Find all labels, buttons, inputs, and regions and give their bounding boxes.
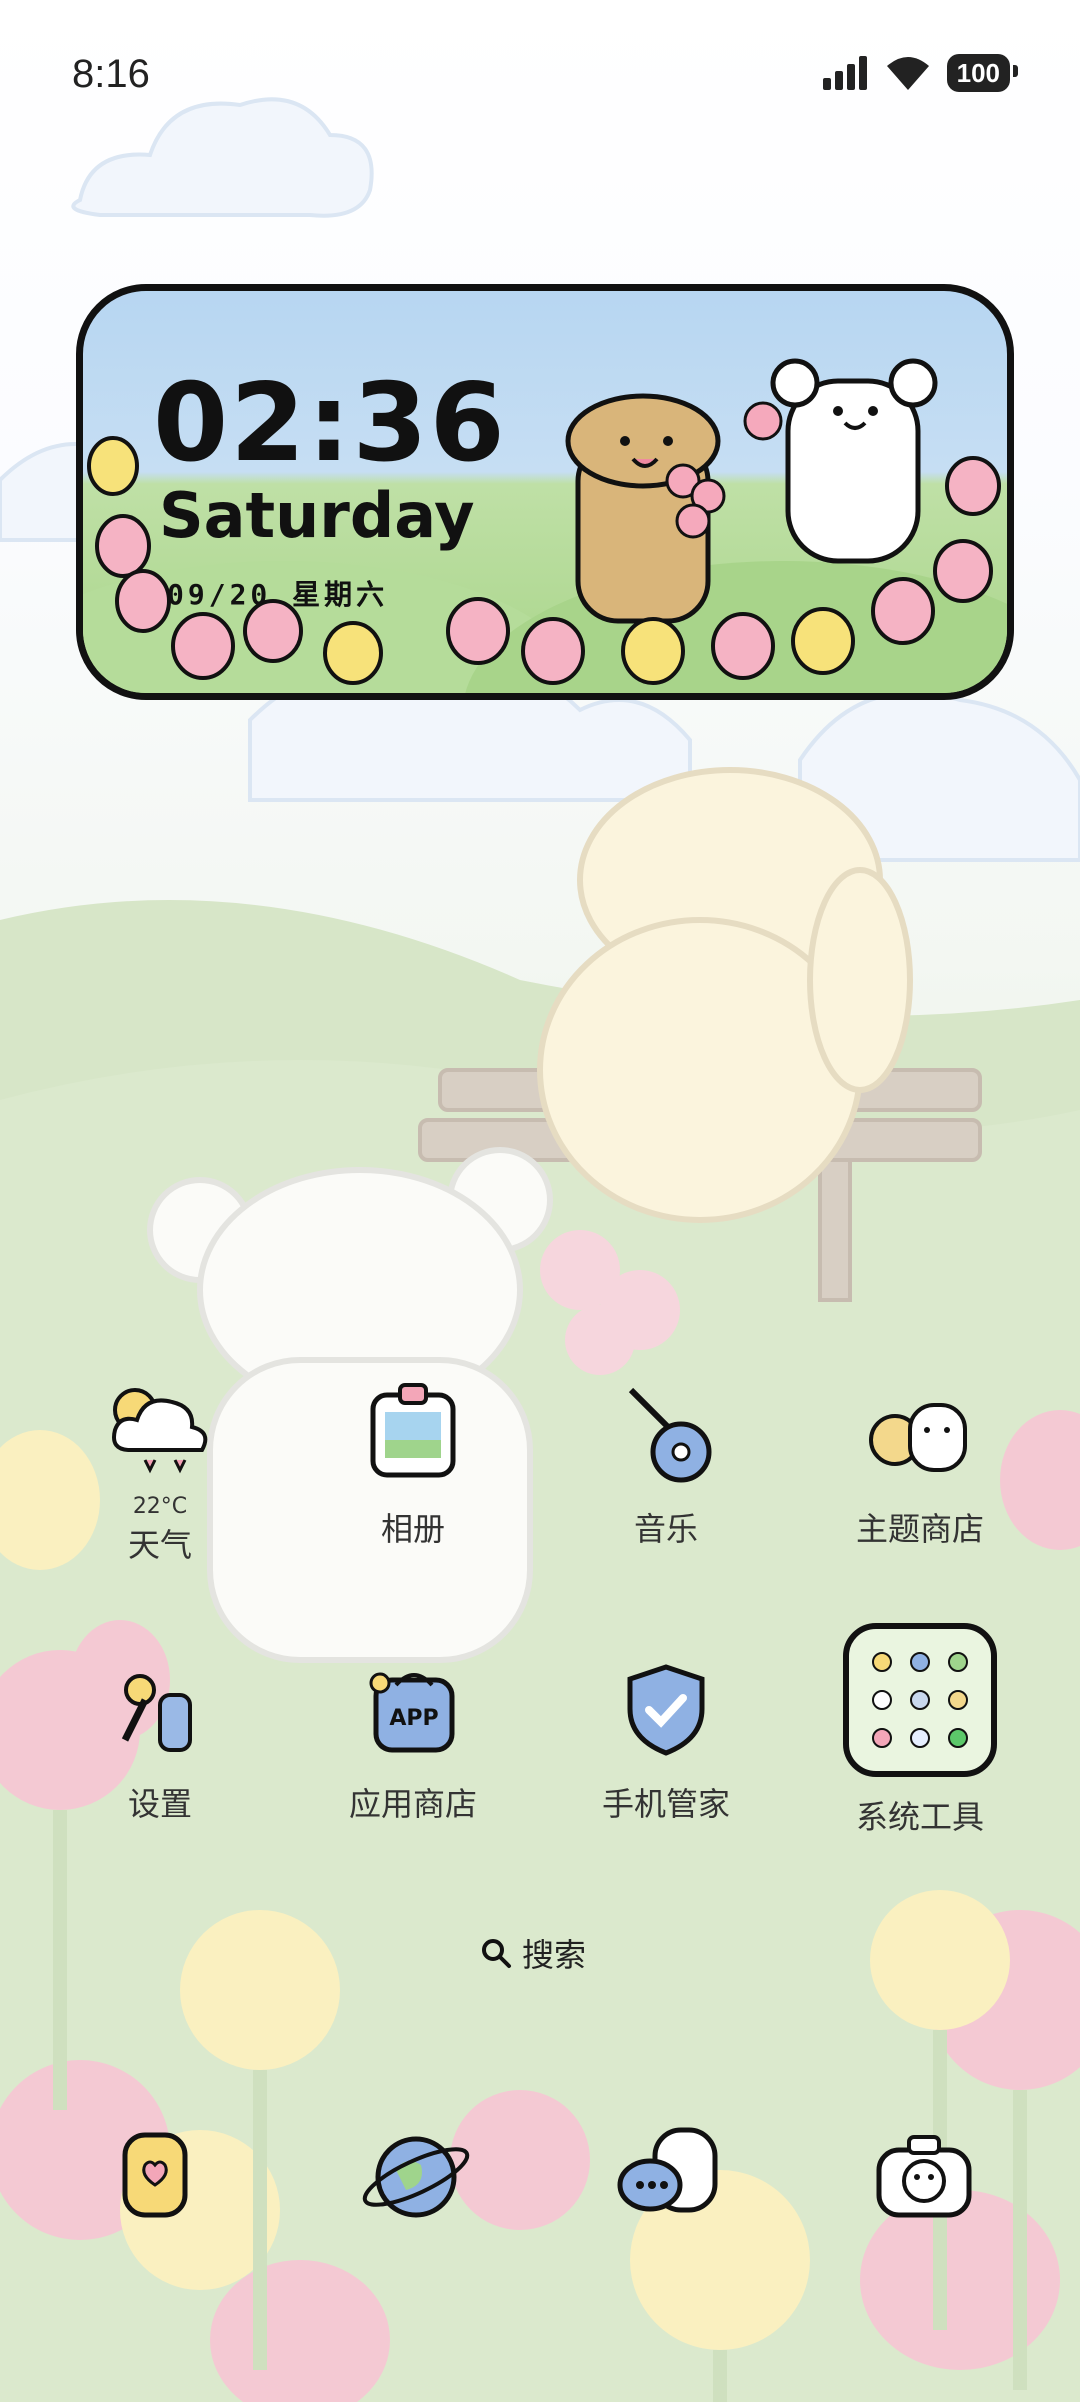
app-label: 设置 — [127, 1785, 192, 1823]
app-label: 主题商店 — [855, 1510, 984, 1548]
app-label: 系统工具 — [855, 1798, 984, 1836]
status-bar: 8:16 100 — [0, 0, 1080, 150]
status-time: 8:16 — [72, 52, 150, 96]
phone-manager-shield-icon — [611, 1655, 721, 1765]
white-bear-illustration — [770, 358, 938, 564]
guitar-music-icon — [611, 1380, 721, 1490]
browser-planet-icon — [362, 2136, 470, 2218]
app-theme-store[interactable]: 主题商店 — [810, 1380, 1030, 1550]
widget-clock-time: 02:36 — [153, 361, 507, 486]
widget-date: 09/20 星期六 — [167, 578, 389, 611]
messages-icon — [617, 2127, 718, 2213]
app-phone-manager[interactable]: 手机管家 — [556, 1655, 776, 1825]
photo-album-icon — [358, 1380, 468, 1490]
dock-browser[interactable] — [356, 2115, 476, 2235]
search-label: 搜索 — [522, 1936, 587, 1974]
battery-indicator: 100 — [946, 54, 1019, 92]
app-system-tools-folder[interactable]: 系统工具 — [810, 1622, 1030, 1838]
app-weather[interactable]: 22°C 天气 — [50, 1380, 270, 1566]
settings-wrench-icon — [105, 1655, 215, 1765]
app-app-store[interactable]: APP 应用商店 — [303, 1655, 523, 1825]
weather-temperature: 22°C — [132, 1494, 188, 1519]
app-label: 应用商店 — [348, 1785, 477, 1823]
app-label: 手机管家 — [601, 1785, 730, 1823]
camera-icon — [876, 2135, 972, 2218]
weather-cloud-icon — [105, 1380, 215, 1490]
phone-dialer-icon — [122, 2132, 188, 2218]
svg-text:APP: APP — [389, 1706, 438, 1731]
app-music[interactable]: 音乐 — [556, 1380, 776, 1550]
signal-icon — [822, 56, 867, 90]
clock-widget[interactable]: 02:36 Saturday 09/20 星期六 — [76, 284, 1014, 700]
app-store-bag-icon: APP — [358, 1655, 468, 1765]
widget-weekday: Saturday — [159, 479, 475, 552]
theme-store-icon — [865, 1380, 975, 1490]
dock-camera[interactable] — [864, 2115, 984, 2235]
status-icons: 100 — [822, 54, 1019, 92]
app-label: 天气 — [127, 1526, 192, 1564]
dock-phone[interactable] — [100, 2115, 220, 2235]
app-settings[interactable]: 设置 — [50, 1655, 270, 1825]
dock-messages[interactable] — [610, 2115, 730, 2235]
app-photo-album[interactable]: 相册 — [303, 1380, 523, 1550]
app-label: 音乐 — [633, 1510, 698, 1548]
system-tools-folder-icon — [842, 1622, 998, 1778]
search-icon — [482, 1939, 511, 1968]
app-label: 相册 — [380, 1510, 445, 1548]
search-button[interactable]: 搜索 — [480, 1930, 586, 1976]
wifi-icon — [886, 57, 929, 90]
